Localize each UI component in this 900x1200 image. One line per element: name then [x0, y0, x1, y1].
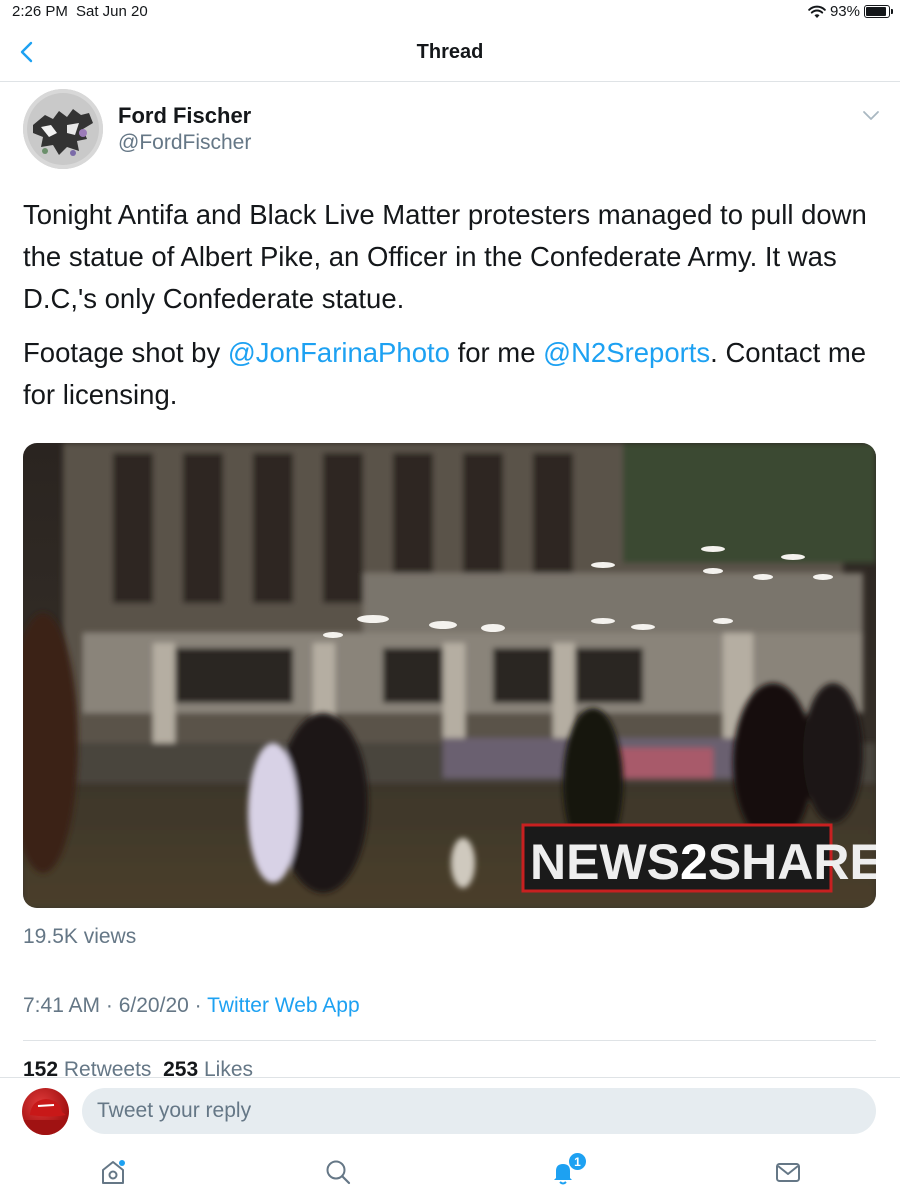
meta-separator: ·: [188, 994, 208, 1017]
view-count: 19.5K views: [23, 925, 137, 948]
meta-separator: ·: [100, 994, 119, 1017]
tweet-text-fragment: Footage shot by: [23, 337, 228, 368]
tab-bar: [0, 1145, 900, 1200]
status-date: Sat Jun 20: [76, 3, 148, 20]
tweet-date: 6/20/20: [118, 994, 189, 1017]
battery-percent: 93%: [829, 3, 860, 20]
wifi-icon: [808, 5, 826, 18]
author-name[interactable]: Ford Fischer: [118, 103, 251, 129]
tweet-text-paragraph: Footage shot by @JonFarinaPhoto for me @…: [23, 332, 883, 416]
video-watermark: NEWS2SHARE: [530, 834, 876, 890]
avatar[interactable]: [22, 1088, 69, 1135]
watermark-text: NEWS: [530, 834, 680, 890]
battery-fill: [866, 7, 887, 16]
chevron-down-icon[interactable]: [862, 108, 880, 122]
messages-icon[interactable]: [773, 1157, 803, 1187]
divider: [23, 1040, 876, 1041]
avatar-image: [22, 1099, 69, 1135]
avatar[interactable]: [23, 89, 103, 169]
tweet-meta: 7:41 AM · 6/20/20 · Twitter Web App: [23, 994, 360, 1018]
video-frame: NEWS2SHARE: [23, 443, 876, 908]
notification-badge: 1: [568, 1152, 587, 1171]
home-icon[interactable]: [98, 1157, 128, 1187]
status-right: 93%: [808, 3, 893, 20]
reply-input[interactable]: [82, 1088, 876, 1134]
nav-bar: Thread: [0, 24, 900, 82]
video-player[interactable]: NEWS2SHARE: [23, 443, 876, 908]
status-bar: 2:26 PM Sat Jun 20 93%: [0, 0, 900, 24]
avatar-image: [23, 89, 103, 169]
page-title: Thread: [416, 41, 484, 63]
watermark-text: 2: [680, 834, 708, 890]
mention-link[interactable]: @JonFarinaPhoto: [228, 337, 450, 368]
mention-link[interactable]: @N2Sreports: [543, 337, 710, 368]
tweet-time: 7:41 AM: [23, 994, 101, 1017]
tweet-text-paragraph: Tonight Antifa and Black Live Matter pro…: [23, 199, 867, 314]
reply-bar: [0, 1077, 900, 1145]
author-handle[interactable]: @FordFischer: [118, 131, 251, 155]
battery-icon: [864, 5, 893, 18]
tweet-text-fragment: for me: [449, 337, 544, 368]
tweet-source-link[interactable]: Twitter Web App: [207, 994, 360, 1017]
watermark-text: SHARE: [708, 834, 876, 890]
search-icon[interactable]: [323, 1157, 353, 1187]
status-time: 2:26 PM: [12, 3, 68, 20]
